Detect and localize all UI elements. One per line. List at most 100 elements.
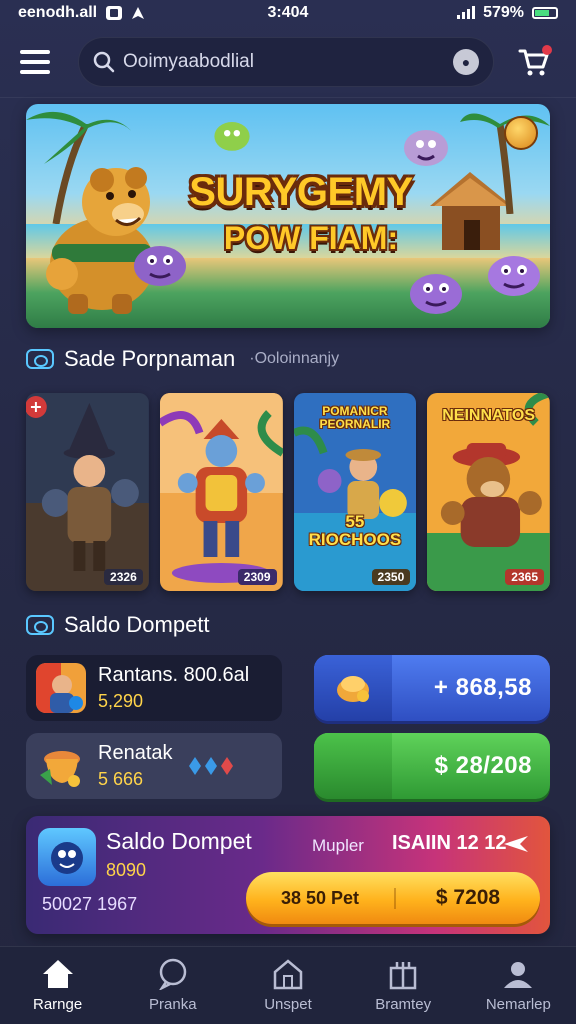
wallet-row[interactable]: Renatak 5 666 (26, 733, 282, 799)
promo-label: Mupler (312, 836, 364, 855)
topup-button[interactable]: + 868,58 (314, 655, 550, 721)
section-subtitle[interactable]: ·Ooloinnanjy (249, 350, 339, 368)
menu-button[interactable] (20, 42, 60, 82)
nav-label: Pranka (149, 996, 197, 1013)
wallet-name: Renatak (98, 742, 173, 764)
avatar (36, 741, 86, 791)
game-card-knight[interactable]: 2309 (159, 393, 283, 591)
purple-monster-image (410, 274, 462, 314)
gamepad-icon (26, 349, 54, 369)
card-bottom-title: 55 RIOCHOOS (308, 512, 402, 549)
pill-icon-area (314, 733, 392, 799)
voice-icon[interactable]: ● (453, 48, 479, 75)
game-card-wizard[interactable]: 2326 (26, 393, 149, 591)
cart-button[interactable] (512, 40, 556, 84)
promo-label-2: ISAIIN 12 12 (392, 832, 507, 854)
promo-title: Saldo Dompet (106, 828, 252, 854)
wallet-text: Rantans. 800.6al 5,290 (98, 664, 249, 712)
nav-label: Nemarlep (485, 996, 551, 1013)
nav-item-chat[interactable]: Pranka (123, 958, 223, 1013)
wizard-game-image (26, 393, 149, 591)
house-icon (273, 959, 303, 990)
bottom-nav: Rarnge Pranka Unspet Bramtey Nemarlep (0, 946, 576, 1024)
wallet-amount: 5,290 (98, 691, 144, 711)
card-tag: 2350 (371, 569, 411, 585)
card-tag: 2309 (237, 569, 277, 585)
cashout-button[interactable]: $ 28/208 (314, 733, 550, 799)
character-icon (51, 842, 83, 874)
wallet-row[interactable]: Rantans. 800.6al 5,290 (26, 655, 282, 721)
treasure-pot-icon (40, 751, 80, 787)
nav-label: Bramtey (375, 996, 432, 1013)
knight-game-image (159, 393, 283, 591)
nav-item-gift[interactable]: Bramtey (353, 958, 453, 1013)
bear-warrior-image (46, 167, 168, 314)
nav-item-house[interactable]: Unspet (238, 958, 338, 1013)
character-thumbnail-icon (36, 663, 86, 713)
green-creature-image (214, 122, 250, 151)
avatar (36, 663, 86, 713)
wallet-name: Rantans. 800.6al (98, 664, 250, 686)
home-icon (42, 960, 73, 988)
coin-icon[interactable] (504, 116, 538, 150)
section-title: Saldo Dompett (64, 612, 210, 637)
card-tag: 2365 (505, 569, 544, 585)
notification-icon (106, 6, 123, 20)
pill-value: + 868,58 (433, 674, 532, 701)
game-cards: 2326 2309 POMANICR PEORNALIR 55 RIOCHOOS… (26, 393, 550, 591)
nav-item-profile[interactable]: Nemarlep (468, 958, 568, 1013)
games-section-header: Sade Porpnaman ·Ooloinnanjy (26, 346, 339, 372)
search-bar[interactable]: ● (78, 36, 494, 87)
promo-action-button[interactable]: 38 50 Pet $ 7208 (246, 872, 540, 924)
game-card-bear[interactable]: NEINNATOS 2365 (427, 393, 550, 591)
cart-badge (542, 44, 552, 55)
nav-label: Unspet (264, 996, 312, 1013)
promo-balance: 50027 1967 (42, 894, 138, 914)
plane-icon (504, 836, 528, 852)
wallet-text: Renatak 5 666 (98, 742, 173, 790)
status-left: eenodh.all (18, 4, 145, 22)
game-card-adventure[interactable]: POMANICR PEORNALIR 55 RIOCHOOS 2350 (293, 393, 417, 591)
promo-button-right: $ 7208 (435, 886, 501, 909)
hero-banner[interactable]: SURYGEMY POW FIAM: (26, 104, 550, 328)
menu-line (20, 49, 50, 54)
purple-monster-image (134, 246, 186, 286)
menu-line (20, 69, 50, 74)
card-title: NEINNATOS (442, 407, 535, 424)
pill-value: $ 28/208 (434, 752, 532, 779)
status-bar: eenodh.all 3:404 579% (0, 0, 576, 26)
gems-icon (188, 757, 233, 775)
palm-right-image (460, 113, 550, 214)
promo-button-left: 38 50 Pet (246, 887, 396, 909)
profile-icon (504, 962, 533, 988)
chat-icon (158, 958, 187, 990)
menu-line (20, 59, 50, 64)
banner-title: SURYGEMY (189, 170, 413, 214)
signal-icon (457, 6, 476, 19)
section-title: Sade Porpnaman (64, 346, 236, 371)
pill-icon-area (314, 655, 392, 721)
status-right: 579% (457, 4, 558, 22)
battery-percent: 579% (483, 4, 524, 21)
card-title: POMANICR PEORNALIR (319, 404, 391, 431)
purple-monster-image (488, 256, 540, 296)
location-icon (132, 7, 145, 19)
gift-icon (389, 962, 417, 990)
nav-item-home[interactable]: Rarnge (8, 958, 108, 1013)
top-header: ● (0, 26, 576, 98)
flying-creature-image (404, 130, 448, 166)
search-input[interactable] (123, 50, 445, 73)
treasure-icon (337, 676, 369, 702)
wallet-amount: 5 666 (98, 769, 144, 789)
wallet-section-header: Saldo Dompett (26, 612, 210, 638)
nav-label: Rarnge (32, 996, 83, 1013)
banner-subtitle: POW FIAM: (223, 220, 399, 256)
battery-icon (532, 7, 558, 19)
promo-app-icon (38, 828, 96, 886)
search-icon (93, 51, 115, 72)
promo-card[interactable]: Saldo Dompet 8090 50027 1967 Mupler ISAI… (26, 816, 550, 934)
wallet-icon (26, 615, 54, 635)
card-tag: 2326 (104, 569, 143, 585)
carrier-text: eenodh.all (18, 4, 98, 21)
promo-amount: 8090 (106, 860, 147, 880)
